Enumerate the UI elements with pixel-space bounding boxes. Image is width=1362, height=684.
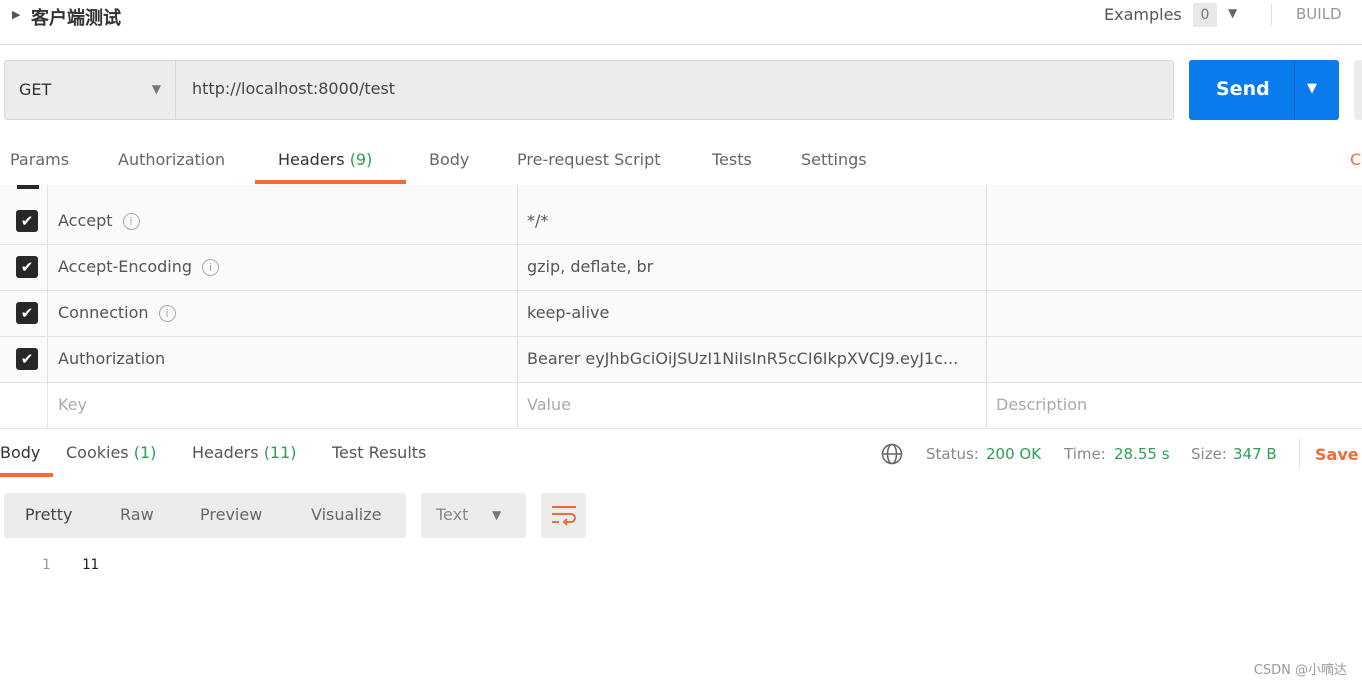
response-tab-cookies[interactable]: Cookies (1)	[66, 443, 156, 462]
chevron-down-icon[interactable]: ▼	[1228, 6, 1237, 20]
table-row: ✔ Accept-Encoding i gzip, deflate, br	[0, 245, 1362, 291]
method-select[interactable]: GET ▼	[4, 60, 176, 120]
chevron-down-icon: ▼	[492, 508, 502, 522]
checkbox-checked-icon[interactable]: ✔	[16, 302, 38, 324]
header-value[interactable]: Bearer eyJhbGciOiJSUzI1NiIsInR5cCI6IkpXV…	[517, 337, 987, 382]
globe-icon[interactable]	[881, 443, 903, 465]
divider	[1271, 4, 1272, 26]
caret-right-icon[interactable]: ▶	[12, 8, 20, 21]
key-text: Accept-Encoding	[58, 257, 193, 276]
tab-label: Cookies	[66, 443, 129, 462]
header-description[interactable]	[986, 291, 1362, 336]
request-header: ▶ 客户端测试 Examples 0 ▼ BUILD	[0, 0, 1362, 45]
wrap-lines-button[interactable]	[541, 493, 586, 538]
key-text: Connection	[58, 303, 149, 322]
table-row: ✔ Authorization Bearer eyJhbGciOiJSUzI1N…	[0, 337, 1362, 383]
tab-count: (11)	[263, 443, 297, 462]
tab-pre-request-script[interactable]: Pre-request Script	[517, 150, 661, 169]
url-input[interactable]: http://localhost:8000/test	[175, 60, 1174, 120]
checkbox[interactable]	[17, 185, 39, 189]
time-label: Time:	[1064, 445, 1106, 463]
header-description[interactable]	[986, 199, 1362, 244]
tab-authorization[interactable]: Authorization	[118, 150, 225, 169]
info-icon[interactable]: i	[158, 305, 176, 322]
tab-count: (1)	[133, 443, 157, 462]
tab-count: (9)	[349, 150, 373, 169]
time-value: 28.55 s	[1114, 445, 1170, 463]
status-label: Status:	[926, 445, 979, 463]
chevron-down-icon: ▼	[151, 82, 161, 96]
tab-tests[interactable]: Tests	[712, 150, 752, 169]
view-preview[interactable]: Preview	[200, 505, 262, 524]
format-value: Text	[436, 505, 469, 524]
line-number: 1	[42, 557, 51, 573]
send-button[interactable]: Send ▼	[1189, 60, 1339, 120]
view-mode-segmented: Pretty Raw Preview Visualize	[4, 493, 406, 538]
header-value[interactable]: keep-alive	[517, 291, 987, 336]
value-input[interactable]: Value	[517, 383, 987, 428]
checkbox-checked-icon[interactable]: ✔	[16, 348, 38, 370]
tab-settings[interactable]: Settings	[801, 150, 867, 169]
description-input[interactable]: Description	[986, 383, 1362, 428]
line-text: 11	[82, 557, 99, 573]
save-response-button[interactable]: Save	[1315, 445, 1359, 464]
table-row: ✔ Connection i keep-alive	[0, 291, 1362, 337]
tab-params[interactable]: Params	[10, 150, 69, 169]
response-tab-body[interactable]: Body	[0, 443, 40, 462]
status-value: 200 OK	[986, 445, 1042, 463]
examples-count: 0	[1193, 3, 1217, 27]
table-row: ✔ Accept i */*	[0, 199, 1362, 245]
active-tab-indicator	[255, 180, 406, 184]
header-key[interactable]: Accept-Encoding i	[48, 245, 518, 290]
active-tab-indicator	[0, 473, 53, 477]
checkbox-checked-icon[interactable]: ✔	[16, 256, 38, 278]
watermark: CSDN @小嘀达	[1253, 663, 1347, 678]
tab-label: Headers	[192, 443, 259, 462]
info-icon[interactable]: i	[202, 259, 220, 276]
method-value: GET	[19, 80, 52, 99]
request-title[interactable]: 客户端测试	[31, 4, 121, 30]
format-select[interactable]: Text ▼	[421, 493, 526, 538]
response-tab-headers[interactable]: Headers (11)	[192, 443, 297, 462]
tab-body[interactable]: Body	[429, 150, 469, 169]
view-raw[interactable]: Raw	[120, 505, 154, 524]
header-value[interactable]: */*	[517, 199, 987, 244]
divider	[1294, 60, 1295, 120]
header-description[interactable]	[986, 337, 1362, 382]
key-text: Accept	[58, 211, 113, 230]
header-key[interactable]: Connection i	[48, 291, 518, 336]
save-button[interactable]	[1354, 60, 1362, 120]
response-tab-test-results[interactable]: Test Results	[332, 443, 426, 462]
send-options-chevron-icon[interactable]: ▼	[1307, 81, 1317, 96]
table-row	[0, 185, 1362, 209]
cookies-link[interactable]: C	[1350, 150, 1361, 169]
key-text: Authorization	[58, 349, 166, 368]
build-button[interactable]: BUILD	[1296, 5, 1342, 23]
size-value: 347 B	[1233, 445, 1277, 463]
view-pretty[interactable]: Pretty	[25, 505, 72, 524]
examples-label[interactable]: Examples	[1104, 5, 1182, 24]
view-visualize[interactable]: Visualize	[311, 505, 381, 524]
divider	[1299, 439, 1300, 469]
header-key[interactable]: Authorization	[48, 337, 518, 382]
tab-headers[interactable]: Headers (9)	[278, 150, 372, 169]
size-label: Size:	[1191, 445, 1227, 463]
header-key[interactable]: Accept i	[48, 199, 518, 244]
header-description[interactable]	[986, 245, 1362, 290]
send-label: Send	[1216, 78, 1270, 100]
tab-label: Headers	[278, 150, 345, 169]
info-icon[interactable]: i	[122, 213, 140, 230]
wrap-icon	[552, 506, 576, 526]
new-header-row: Key Value Description	[0, 383, 1362, 429]
key-input[interactable]: Key	[48, 383, 518, 428]
header-value[interactable]: gzip, deflate, br	[517, 245, 987, 290]
checkbox-checked-icon[interactable]: ✔	[16, 210, 38, 232]
